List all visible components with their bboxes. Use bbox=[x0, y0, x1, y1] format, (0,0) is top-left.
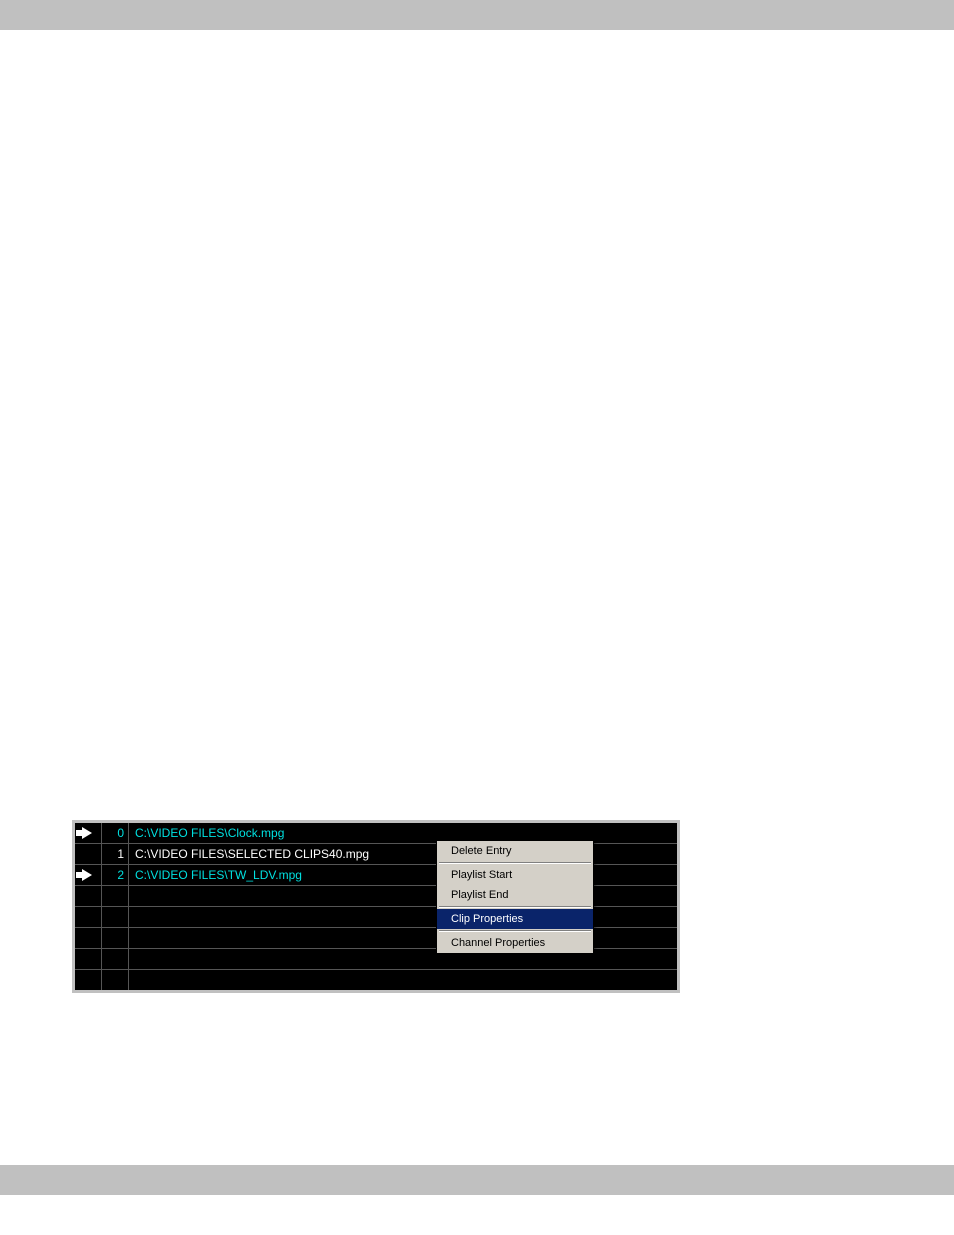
row-index: 0 bbox=[102, 823, 129, 843]
context-menu: Delete Entry Playlist Start Playlist End… bbox=[436, 840, 594, 954]
row-index: 2 bbox=[102, 865, 129, 885]
row-index: 1 bbox=[102, 844, 129, 864]
current-indicator bbox=[75, 865, 102, 885]
menu-clip-properties[interactable]: Clip Properties bbox=[437, 909, 593, 929]
menu-separator bbox=[439, 906, 591, 908]
menu-playlist-end[interactable]: Playlist End bbox=[437, 885, 593, 905]
row-path: C:\VIDEO FILES\Clock.mpg bbox=[129, 823, 677, 843]
top-bar bbox=[0, 0, 954, 30]
bottom-bar bbox=[0, 1165, 954, 1195]
row-path: C:\VIDEO FILES\SELECTED CLIPS40.mpg bbox=[129, 844, 677, 864]
menu-channel-properties[interactable]: Channel Properties bbox=[437, 933, 593, 953]
menu-separator bbox=[439, 930, 591, 932]
current-indicator bbox=[75, 844, 102, 864]
page: 0 C:\VIDEO FILES\Clock.mpg 1 C:\VIDEO FI… bbox=[0, 0, 954, 1235]
current-indicator bbox=[75, 823, 102, 843]
menu-playlist-start[interactable]: Playlist Start bbox=[437, 865, 593, 885]
menu-separator bbox=[439, 862, 591, 864]
menu-delete-entry[interactable]: Delete Entry bbox=[437, 841, 593, 861]
playlist-row-empty[interactable] bbox=[75, 970, 677, 990]
row-path: C:\VIDEO FILES\TW_LDV.mpg bbox=[129, 865, 677, 885]
